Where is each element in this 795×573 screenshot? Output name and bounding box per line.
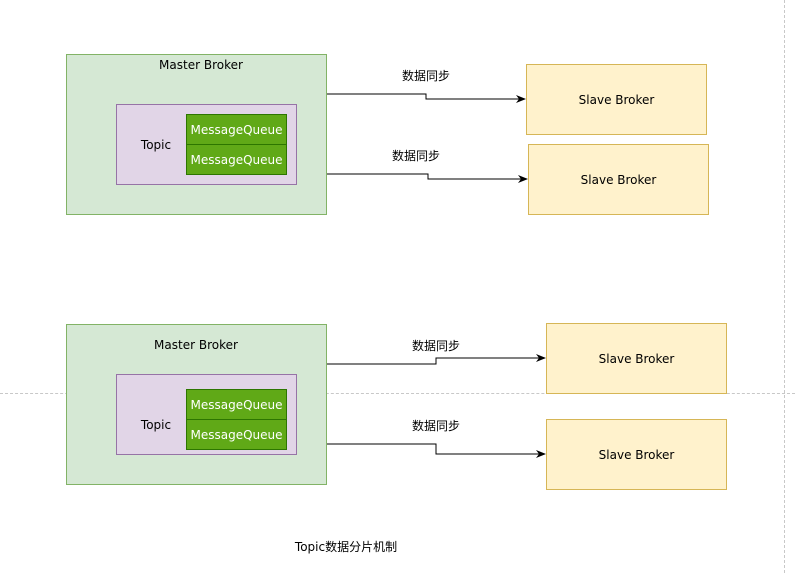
master-broker-2-label: Master Broker <box>154 338 238 352</box>
message-queue-2b[interactable]: MessageQueue <box>186 419 287 450</box>
topic-1-label: Topic <box>140 138 172 152</box>
message-queue-2a[interactable]: MessageQueue <box>186 389 287 420</box>
slave-broker-1a[interactable]: Slave Broker <box>526 64 707 135</box>
message-queue-1b[interactable]: MessageQueue <box>186 144 287 175</box>
slave-broker-1b[interactable]: Slave Broker <box>528 144 709 215</box>
master-broker-1-label: Master Broker <box>159 58 243 72</box>
sync-arrow-4 <box>326 443 546 458</box>
diagram-caption: Topic数据分片机制 <box>294 540 398 554</box>
sync-label-2b: 数据同步 <box>411 419 461 433</box>
slave-broker-2a[interactable]: Slave Broker <box>546 323 727 394</box>
sync-arrow-1 <box>326 93 526 103</box>
sync-label-2a: 数据同步 <box>411 339 461 353</box>
sync-label-1a: 数据同步 <box>401 69 451 83</box>
sync-arrow-3 <box>326 354 546 365</box>
sync-arrow-2 <box>326 173 528 183</box>
topic-2-label: Topic <box>140 418 172 432</box>
sync-label-1b: 数据同步 <box>391 149 441 163</box>
message-queue-1a[interactable]: MessageQueue <box>186 114 287 145</box>
slave-broker-2b[interactable]: Slave Broker <box>546 419 727 490</box>
